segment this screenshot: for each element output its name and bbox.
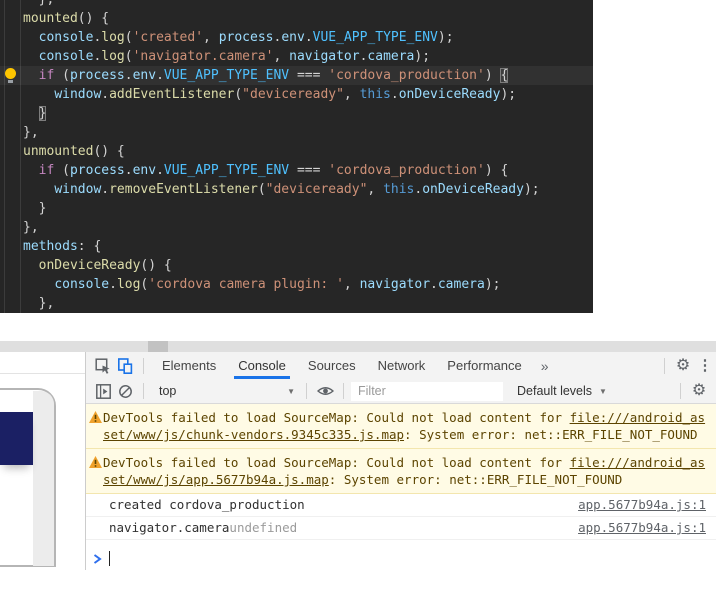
code-line: unmounted() { [23, 144, 125, 159]
settings-gear-icon[interactable]: ⚙ [672, 355, 694, 377]
code-line: if (process.env.VUE_APP_TYPE_ENV === 'co… [0, 66, 593, 85]
log-levels-label: Default levels [517, 384, 593, 398]
code-line: if (process.env.VUE_APP_TYPE_ENV === 'co… [38, 163, 509, 178]
console-log-row: navigator.camera undefined app.5677b94a.j… [86, 517, 716, 540]
separator [143, 357, 144, 374]
device-screen-content [0, 412, 33, 465]
source-link[interactable]: app.5677b94a.js:1 [578, 497, 706, 513]
devtools-tabbar: Elements Console Sources Network Performance… [86, 352, 716, 379]
context-dropdown[interactable]: top ▼ [151, 384, 299, 398]
devtools-panel: Elements Console Sources Network Performance… [85, 352, 716, 570]
device-toolbar-icon[interactable] [114, 355, 136, 377]
code-editor[interactable]: }, mounted() { console.log('created', pro… [0, 0, 593, 313]
tab-console[interactable]: Console [227, 352, 297, 379]
code-line: console.log('navigator.camera', navigato… [38, 49, 431, 64]
warning-icon [89, 411, 102, 423]
more-tabs-icon[interactable]: » [533, 358, 557, 374]
source-link[interactable]: app.5677b94a.js:1 [578, 520, 706, 536]
console-settings-gear-icon[interactable]: ⚙ [688, 380, 710, 402]
console-log-row: created cordova_production app.5677b94a.j… [86, 494, 716, 517]
page-divider-line [0, 373, 85, 374]
chevron-down-icon: ▼ [599, 386, 607, 396]
window-top-strip [0, 341, 716, 352]
filter-input[interactable] [351, 381, 503, 401]
console-prompt[interactable] [86, 547, 716, 570]
console-messages: DevTools failed to load SourceMap: Could… [86, 404, 716, 547]
code-line: mounted() { [23, 11, 110, 26]
console-warning: DevTools failed to load SourceMap: Could… [86, 404, 716, 449]
code-line: console.log('cordova camera plugin: ', n… [54, 277, 501, 292]
code-line: } [38, 106, 47, 121]
code-line: window.removeEventListener("deviceready"… [54, 182, 540, 197]
code-line: }, [0, 0, 593, 9]
separator [680, 383, 681, 399]
separator [343, 383, 344, 399]
chevron-down-icon: ▼ [287, 386, 295, 396]
tab-performance[interactable]: Performance [436, 352, 532, 379]
clear-console-icon[interactable] [114, 380, 136, 402]
console-toolbar: top ▼ Default levels ▼ ⚙ [86, 379, 716, 404]
code-line: console.log('created', process.env.VUE_A… [38, 30, 454, 45]
screenshot-root: }, mounted() { console.log('created', pro… [0, 0, 716, 600]
warning-icon [89, 456, 102, 468]
context-label: top [159, 384, 177, 398]
tab-network[interactable]: Network [367, 352, 437, 379]
prompt-chevron-icon [93, 554, 102, 564]
scrollbar-thumb[interactable] [148, 341, 168, 352]
live-expression-eye-icon[interactable] [314, 380, 336, 402]
console-warning: DevTools failed to load SourceMap: Could… [86, 449, 716, 494]
menu-dots-icon[interactable]: ⋮ [694, 355, 716, 377]
quick-fix-lightbulb-icon[interactable] [5, 68, 16, 83]
code-line: onDeviceReady() { [38, 258, 172, 273]
devtools-tabs: Elements Console Sources Network Performance [151, 352, 533, 379]
separator [306, 383, 307, 399]
code-lines: }, mounted() { console.log('created', pro… [0, 0, 593, 313]
sidebar-toggle-icon[interactable] [92, 380, 114, 402]
text-cursor [109, 551, 110, 567]
inspect-icon[interactable] [92, 355, 114, 377]
separator [664, 357, 665, 374]
tab-sources[interactable]: Sources [297, 352, 367, 379]
code-line: }, [23, 125, 39, 140]
log-levels-dropdown[interactable]: Default levels ▼ [517, 384, 607, 398]
code-line: window.addEventListener("deviceready", t… [54, 87, 517, 102]
code-line: methods: { [23, 239, 102, 254]
device-bezel [33, 391, 54, 566]
code-line: }, [23, 296, 55, 311]
code-line: } [23, 201, 47, 216]
code-line: }, [23, 220, 39, 235]
tab-elements[interactable]: Elements [151, 352, 227, 379]
separator [143, 383, 144, 399]
